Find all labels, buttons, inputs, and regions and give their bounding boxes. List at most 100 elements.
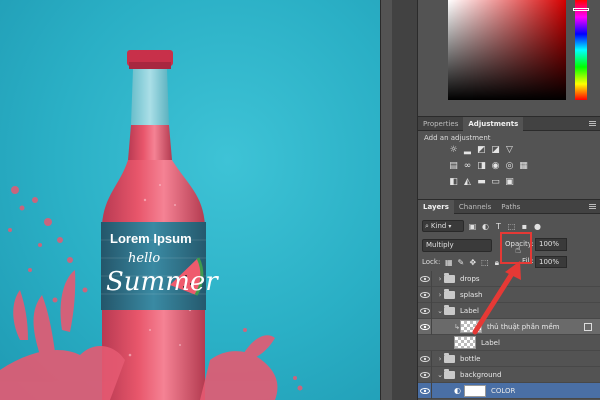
chevron-down-icon[interactable]: ⌄ bbox=[436, 371, 444, 379]
eye-icon[interactable] bbox=[418, 366, 432, 383]
chevron-down-icon: ▾ bbox=[448, 222, 452, 230]
hue-slider[interactable] bbox=[575, 0, 587, 100]
adjustment-row-3: ◧ ◭ ▬ ▭ ▣ bbox=[448, 177, 515, 188]
tab-channels[interactable]: Channels bbox=[454, 200, 496, 214]
folder-icon bbox=[444, 288, 455, 299]
blend-mode-select[interactable]: Multiply bbox=[422, 238, 492, 252]
document-canvas[interactable]: Lorem Ipsum hello Summer bbox=[0, 0, 380, 400]
panel-dock-strip bbox=[392, 0, 418, 400]
eye-icon[interactable] bbox=[418, 382, 432, 399]
smart-object-badge-icon bbox=[584, 323, 592, 331]
canvas-artwork: Lorem Ipsum hello Summer bbox=[0, 50, 303, 400]
layer-row[interactable]: ⌄ background bbox=[418, 366, 600, 383]
chevron-right-icon[interactable]: › bbox=[436, 291, 444, 299]
type-filter-icon[interactable]: T bbox=[494, 222, 503, 231]
exposure-icon[interactable]: ◪ bbox=[490, 145, 501, 156]
search-icon: ⌕ bbox=[425, 221, 429, 230]
fill-layer-icon: ◐ bbox=[454, 386, 461, 395]
right-panel-stack: Properties Adjustments Add an adjustment… bbox=[418, 0, 600, 400]
photoshop-window: Lorem Ipsum hello Summer Properties Adju… bbox=[0, 0, 600, 400]
filter-toggle-icon[interactable]: ● bbox=[533, 222, 542, 231]
lock-position-icon[interactable]: ✥ bbox=[468, 258, 477, 267]
hand-cursor-icon: ☝ bbox=[515, 245, 522, 256]
layer-row-selected[interactable]: ↳ thủ thuật phần mềm bbox=[418, 318, 600, 335]
layer-row[interactable]: ◐ COLOR bbox=[418, 382, 600, 399]
eye-icon[interactable] bbox=[418, 286, 432, 303]
black-white-icon[interactable]: ◨ bbox=[476, 161, 487, 172]
kind-label: Kind bbox=[430, 222, 447, 230]
eye-icon[interactable] bbox=[418, 270, 432, 287]
folder-icon bbox=[444, 304, 455, 315]
folder-icon bbox=[444, 272, 455, 283]
chevron-right-icon[interactable]: › bbox=[436, 355, 444, 363]
curves-icon[interactable]: ◩ bbox=[476, 145, 487, 156]
adjustment-row-1: ☼ ▂ ◩ ◪ ▽ bbox=[448, 145, 515, 156]
layer-name: bottle bbox=[460, 354, 481, 363]
chevron-right-icon[interactable]: › bbox=[436, 275, 444, 283]
tab-paths[interactable]: Paths bbox=[496, 200, 525, 214]
brightness-icon[interactable]: ☼ bbox=[448, 145, 459, 156]
adjustments-hint: Add an adjustment bbox=[424, 134, 491, 142]
shape-filter-icon[interactable]: ⬚ bbox=[507, 222, 516, 231]
eye-icon[interactable] bbox=[418, 318, 432, 335]
layer-row[interactable]: › bottle bbox=[418, 350, 600, 367]
layer-row[interactable]: › splash bbox=[418, 286, 600, 303]
smart-object-filter-icon[interactable]: ▪ bbox=[520, 222, 529, 231]
pixel-filter-icon[interactable]: ▣ bbox=[468, 222, 477, 231]
lock-transparent-icon[interactable]: ▦ bbox=[444, 258, 453, 267]
adjustments-panel: Add an adjustment ☼ ▂ ◩ ◪ ▽ ▤ ∞ ◨ ◉ ◎ ▦ … bbox=[418, 131, 600, 196]
eye-icon[interactable] bbox=[418, 302, 432, 319]
gradient-map-icon[interactable]: ▭ bbox=[490, 177, 501, 188]
layers-panel-menu-icon[interactable] bbox=[589, 204, 596, 210]
layer-row[interactable]: ⌄ Label bbox=[418, 302, 600, 319]
adjustments-tab-row: Properties Adjustments bbox=[418, 116, 600, 131]
layer-name: COLOR bbox=[490, 386, 516, 395]
threshold-icon[interactable]: ▬ bbox=[476, 177, 487, 188]
selective-color-icon[interactable]: ▣ bbox=[504, 177, 515, 188]
folder-icon bbox=[444, 368, 455, 379]
layer-name: splash bbox=[460, 290, 483, 299]
color-panel bbox=[418, 0, 600, 112]
layer-name: Label bbox=[481, 338, 500, 347]
bottle-neck bbox=[131, 69, 169, 125]
tab-properties[interactable]: Properties bbox=[418, 117, 463, 131]
hue-sat-icon[interactable]: ▤ bbox=[448, 161, 459, 172]
lock-artboard-icon[interactable]: ⬚ bbox=[480, 258, 489, 267]
layer-thumbnail[interactable] bbox=[460, 320, 482, 333]
chevron-down-icon[interactable]: ⌄ bbox=[436, 307, 444, 315]
color-lookup-icon[interactable]: ▦ bbox=[518, 161, 529, 172]
layer-row[interactable]: › drops bbox=[418, 270, 600, 287]
color-swatch[interactable] bbox=[463, 384, 486, 397]
layer-name: thủ thuật phần mềm bbox=[487, 322, 560, 331]
layer-name: drops bbox=[460, 274, 480, 283]
panel-menu-icon[interactable] bbox=[589, 121, 596, 127]
tab-layers[interactable]: Layers bbox=[418, 199, 454, 214]
label-script-summer: Summer bbox=[106, 267, 219, 297]
photo-filter-icon[interactable]: ◉ bbox=[490, 161, 501, 172]
canvas-scroll-gap bbox=[380, 0, 392, 400]
layer-thumbnail[interactable] bbox=[454, 336, 476, 349]
levels-icon[interactable]: ▂ bbox=[462, 145, 473, 156]
eye-icon[interactable] bbox=[418, 350, 432, 367]
blend-mode-value: Multiply bbox=[426, 240, 454, 249]
layer-kind-select[interactable]: ⌕ Kind ▾ bbox=[422, 220, 464, 232]
label-title-text: Lorem Ipsum bbox=[110, 231, 192, 246]
layer-name: Label bbox=[460, 306, 479, 315]
channel-mixer-icon[interactable]: ◎ bbox=[504, 161, 515, 172]
layer-list: › drops › splash ⌄ Label ↳ thủ thuật phầ… bbox=[418, 270, 600, 399]
vibrance-icon[interactable]: ▽ bbox=[504, 145, 515, 156]
color-balance-icon[interactable]: ∞ bbox=[462, 161, 473, 172]
color-field-picker[interactable] bbox=[448, 0, 566, 100]
layer-row[interactable]: Label bbox=[418, 335, 600, 351]
hue-slider-marker[interactable] bbox=[573, 8, 589, 11]
posterize-icon[interactable]: ◭ bbox=[462, 177, 473, 188]
fill-input[interactable]: 100% bbox=[535, 256, 567, 268]
lock-pixels-icon[interactable]: ✎ bbox=[456, 258, 465, 267]
invert-icon[interactable]: ◧ bbox=[448, 177, 459, 188]
folder-icon bbox=[444, 352, 455, 363]
tab-adjustments[interactable]: Adjustments bbox=[463, 116, 524, 131]
opacity-input[interactable]: 100% bbox=[535, 238, 567, 251]
adjustment-row-2: ▤ ∞ ◨ ◉ ◎ ▦ bbox=[448, 161, 529, 172]
layers-tab-row: Layers Channels Paths bbox=[418, 199, 600, 214]
adjustment-filter-icon[interactable]: ◐ bbox=[481, 222, 490, 231]
